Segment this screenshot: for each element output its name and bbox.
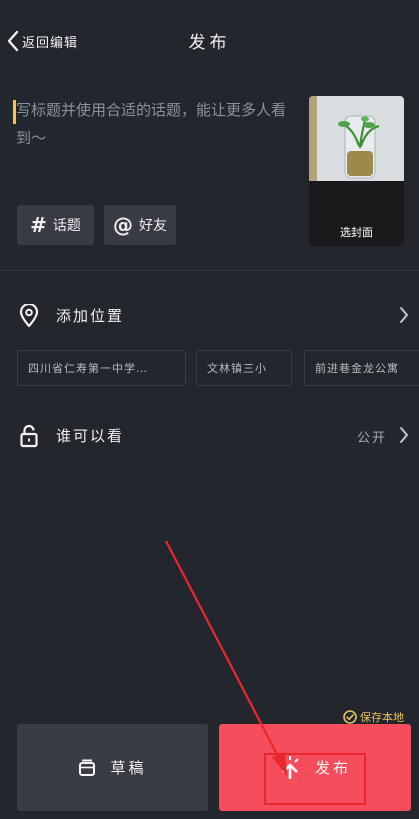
chevron-right-icon	[400, 427, 408, 443]
caption-input[interactable]: 写标题并使用合适的话题，能让更多人看到～	[16, 96, 294, 152]
location-suggestion[interactable]: 文林镇三小	[196, 350, 292, 386]
cover-selector[interactable]: 选封面	[309, 96, 404, 246]
divider	[0, 270, 419, 271]
topic-label: 话题	[52, 218, 81, 234]
visibility-row[interactable]: 谁可以看 公开	[0, 416, 419, 456]
mention-friend-button[interactable]: @ 好友	[104, 205, 176, 245]
upload-sparkle-icon	[281, 755, 299, 779]
draft-button[interactable]: 草稿	[17, 724, 208, 811]
topic-button[interactable]: # 话题	[17, 205, 94, 245]
add-location-row[interactable]: 添加位置	[0, 296, 419, 336]
publish-label: 发布	[314, 759, 351, 777]
top-bar: 返回编辑 发布	[0, 0, 419, 80]
location-suggestion[interactable]: 前进巷金龙公寓	[304, 350, 419, 386]
visibility-label: 谁可以看	[56, 427, 125, 445]
location-suggestion[interactable]: 四川省仁寿第一中学…	[17, 350, 186, 386]
unlock-icon	[20, 424, 38, 448]
hash-icon: #	[30, 213, 47, 237]
at-icon: @	[113, 213, 133, 237]
cover-label: 选封面	[340, 226, 373, 239]
chevron-right-icon	[400, 307, 408, 323]
draft-label: 草稿	[110, 759, 147, 777]
add-location-label: 添加位置	[56, 307, 125, 325]
check-circle-icon	[343, 710, 357, 724]
visibility-value: 公开	[356, 431, 387, 446]
draft-box-icon	[79, 759, 96, 776]
save-local-toggle[interactable]: 保存本地	[343, 709, 404, 725]
location-pin-icon	[19, 304, 39, 328]
friend-label: 好友	[139, 218, 167, 234]
save-local-label: 保存本地	[360, 711, 404, 724]
page-title: 发布	[188, 33, 231, 53]
publish-button[interactable]: 发布	[219, 724, 411, 811]
